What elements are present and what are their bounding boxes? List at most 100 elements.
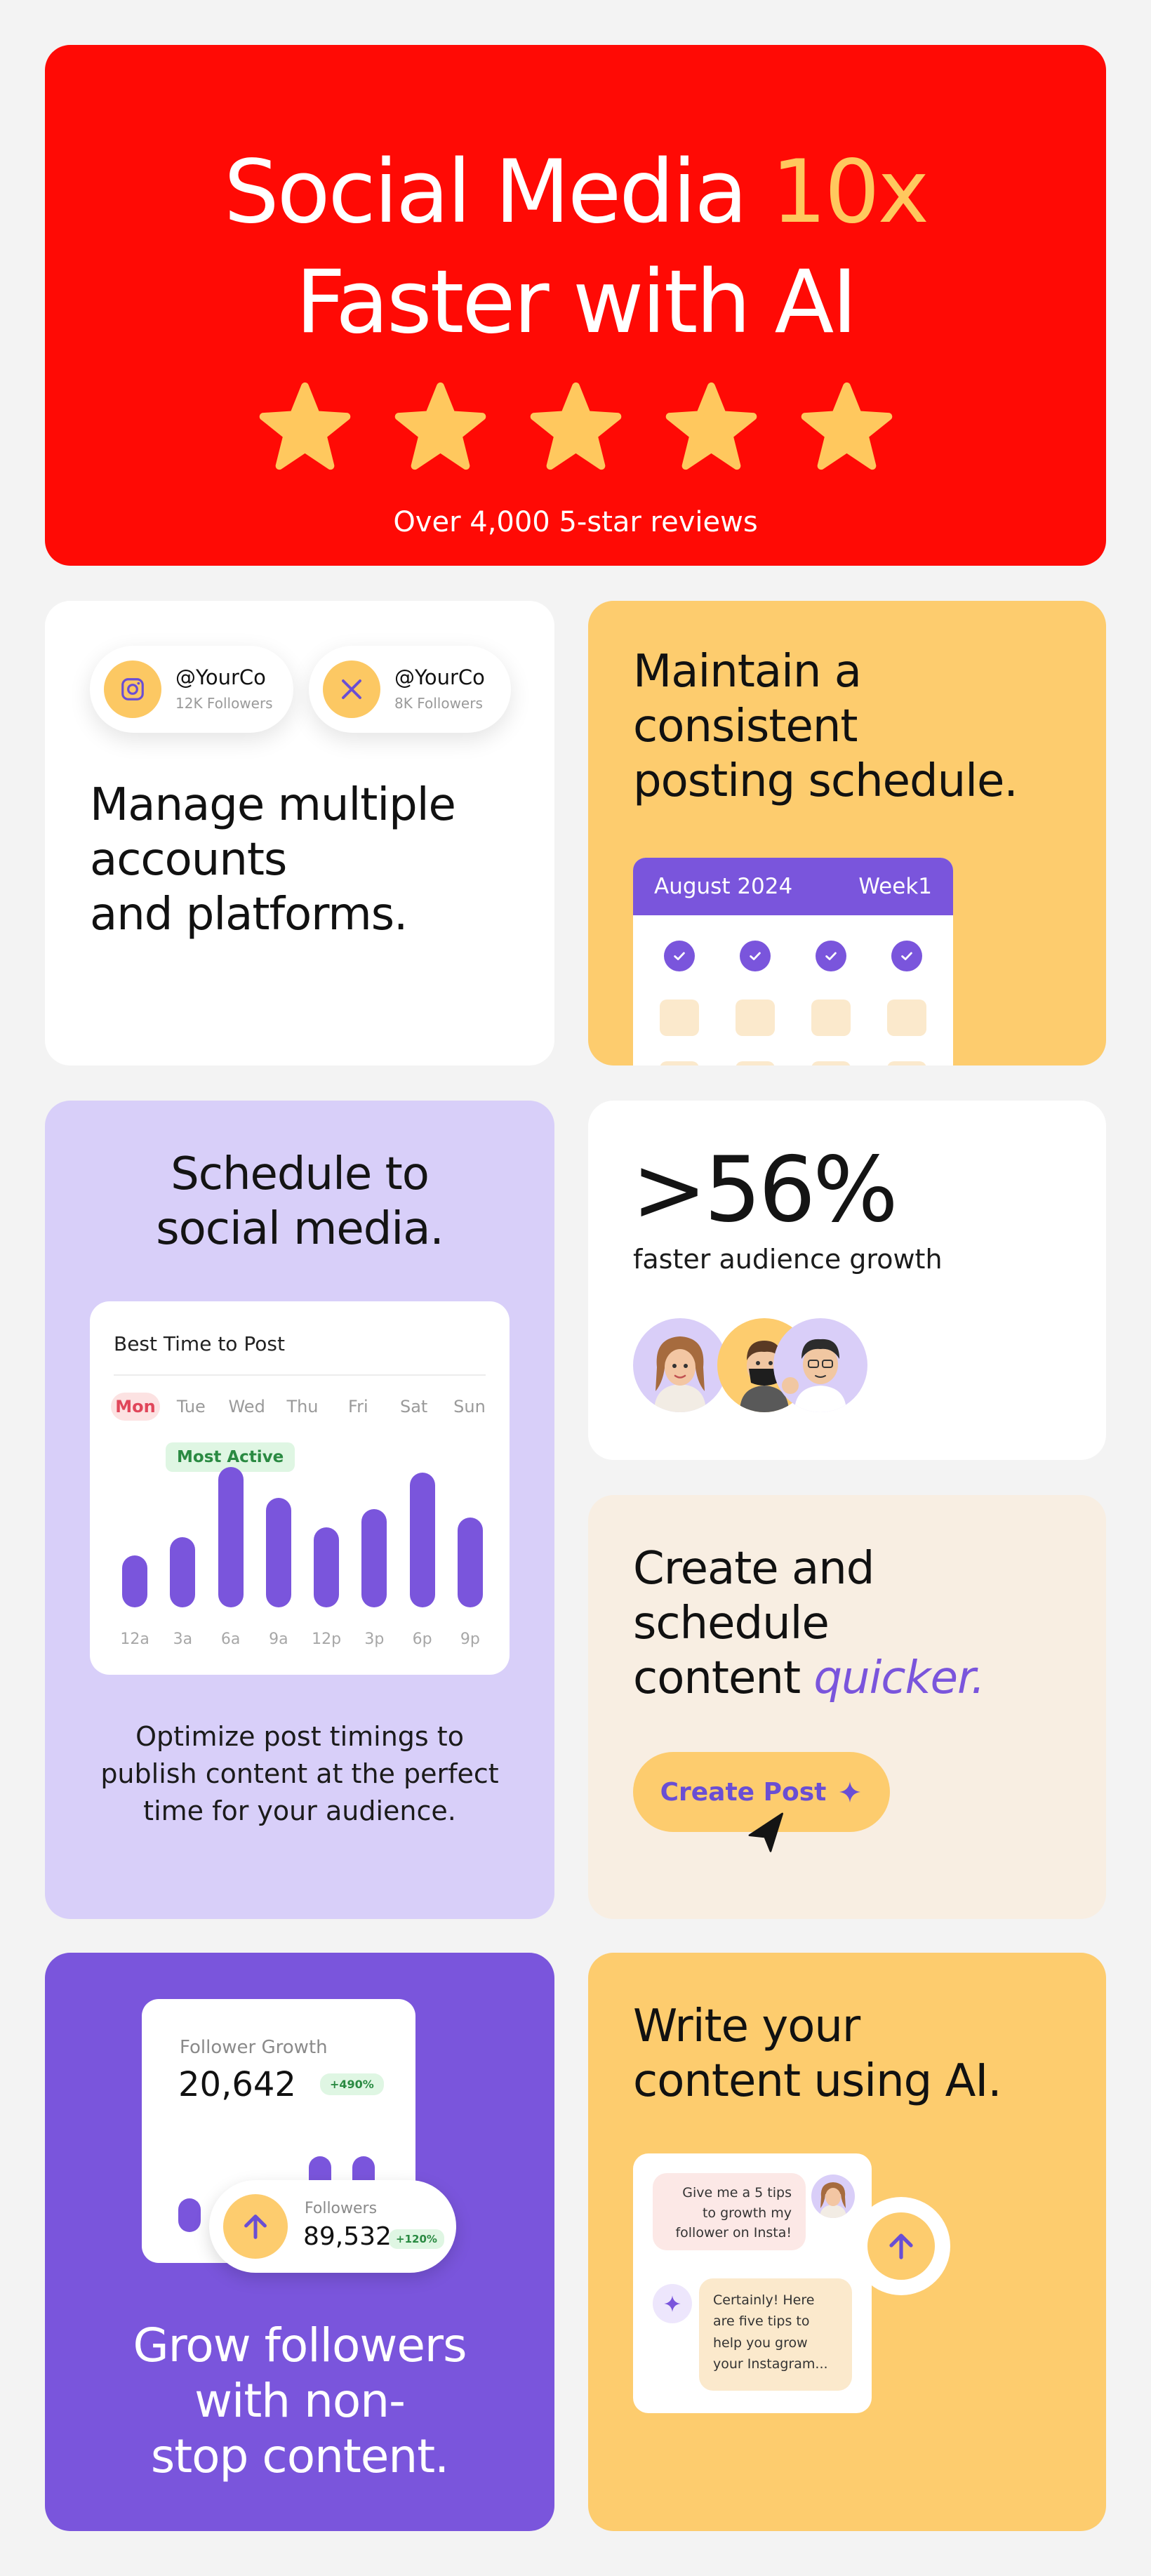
- ai-chat-widget: Give me a 5 tips to growth my follower o…: [633, 2153, 872, 2413]
- write-ai-card: Write your content using AI. Give me a 5…: [588, 1953, 1106, 2531]
- growth-bar: [178, 2198, 201, 2232]
- followers-value: 89,532: [303, 2222, 392, 2251]
- growth-stat-value: >56%: [632, 1138, 898, 1242]
- weekday-tab[interactable]: Fri: [333, 1393, 382, 1421]
- activity-bar: [265, 1498, 291, 1607]
- calendar-check-row: [633, 941, 953, 971]
- ai-message-bubble: Certainly! Here are five tips to help yo…: [699, 2278, 852, 2391]
- activity-bar-slot: [302, 1467, 350, 1607]
- create-post-label: Create Post: [660, 1777, 827, 1807]
- avatar: [633, 1318, 727, 1412]
- account-pill-instagram[interactable]: @YourCo 12K Followers: [90, 646, 293, 733]
- activity-bar-slot: [255, 1467, 302, 1607]
- weekday-tab[interactable]: Thu: [278, 1393, 327, 1421]
- activity-bar-slot: [399, 1467, 446, 1607]
- divider: [114, 1374, 486, 1376]
- hero-title-line1: Social Media 10x: [223, 142, 929, 243]
- follower-growth-label: Follower Growth: [180, 2037, 328, 2058]
- weekday-tab[interactable]: Tue: [166, 1393, 215, 1421]
- hero-banner: Social Media 10x Faster with AI Over 4,0…: [45, 45, 1106, 566]
- calendar-week: Week1: [858, 874, 932, 899]
- schedule-title: Schedule to social media.: [156, 1148, 444, 1256]
- calendar-slot: [736, 1061, 775, 1065]
- instagram-icon: [104, 660, 161, 718]
- weekday-tab[interactable]: Sat: [390, 1393, 439, 1421]
- activity-bar-slot: [207, 1467, 255, 1607]
- check-icon: [740, 941, 771, 971]
- arrow-up-icon: [867, 2212, 935, 2280]
- weekday-tab[interactable]: Mon: [111, 1393, 160, 1421]
- activity-bar-slot: [446, 1467, 494, 1607]
- schedule-description: Optimize post timings to publish content…: [100, 1721, 499, 1827]
- star-icon: [530, 382, 621, 470]
- calendar-slot-row: [633, 1061, 953, 1065]
- accounts-card: @YourCo 12K Followers @YourCo 8K Followe…: [45, 601, 554, 1065]
- time-axis: 12a 3a 6a 9a 12p 3p 6p 9p: [111, 1631, 494, 1648]
- time-label: 12p: [312, 1631, 342, 1648]
- activity-bar: [361, 1509, 387, 1607]
- calendar-slot: [811, 1061, 851, 1065]
- calendar-slot: [887, 1061, 926, 1065]
- time-label: 9a: [269, 1631, 288, 1648]
- sparkle-icon: [839, 1781, 861, 1802]
- account-handle: @YourCo: [175, 665, 266, 690]
- activity-bar: [122, 1555, 148, 1607]
- rating-stars: [45, 380, 1106, 472]
- time-label: 6a: [220, 1631, 241, 1648]
- star-icon: [801, 382, 892, 470]
- followers-pill: Followers 89,532 +120%: [209, 2180, 456, 2273]
- star-icon: [665, 382, 757, 470]
- arrow-up-icon: [223, 2194, 288, 2259]
- grow-title: Grow followers with non- stop content.: [133, 2318, 467, 2484]
- hero-title-line2: Faster with AI: [295, 252, 858, 353]
- time-label: 12a: [120, 1631, 149, 1648]
- follower-growth-percent: +490%: [320, 2073, 384, 2095]
- activity-bar-slot: [159, 1467, 206, 1607]
- x-icon: [323, 660, 380, 718]
- time-label: 6p: [412, 1631, 432, 1648]
- create-heading: Create and schedule content quicker.: [633, 1543, 985, 1705]
- user-message-bubble: Give me a 5 tips to growth my follower o…: [653, 2173, 806, 2250]
- calendar-slot: [660, 1000, 699, 1036]
- hero-title-highlight: 10x: [771, 142, 929, 243]
- activity-bars: [111, 1467, 494, 1607]
- cursor-icon: [748, 1812, 784, 1852]
- weekday-selector: Mon Tue Wed Thu Fri Sat Sun: [111, 1393, 494, 1421]
- followers-label: Followers: [305, 2200, 378, 2217]
- avatar: [773, 1318, 867, 1412]
- activity-bar: [409, 1473, 435, 1607]
- best-time-widget: Best Time to Post Mon Tue Wed Thu Fri Sat Sun …: [90, 1301, 510, 1675]
- check-icon: [891, 941, 922, 971]
- calendar-slot-row: [633, 1000, 953, 1036]
- activity-bar: [218, 1467, 244, 1607]
- best-time-title: Best Time to Post: [114, 1332, 285, 1355]
- activity-bar-slot: [350, 1467, 398, 1607]
- calendar-slot: [660, 1061, 699, 1065]
- user-avatar: [811, 2175, 855, 2218]
- calendar-slot: [811, 1000, 851, 1036]
- follower-growth-value: 20,642: [178, 2065, 296, 2104]
- followers-percent: +120%: [389, 2229, 444, 2249]
- calendar-slot: [887, 1000, 926, 1036]
- calendar-month: August 2024: [654, 874, 793, 899]
- activity-bar-slot: [111, 1467, 159, 1607]
- create-heading-highlight: quicker.: [813, 1652, 985, 1705]
- weekday-tab[interactable]: Wed: [222, 1393, 272, 1421]
- consistent-heading: Maintain a consistent posting schedule.: [633, 646, 1018, 808]
- accounts-heading: Manage multiple accounts and platforms.: [90, 779, 456, 941]
- reviews-count: Over 4,000 5-star reviews: [393, 506, 758, 538]
- growth-stat-label: faster audience growth: [633, 1244, 943, 1275]
- check-icon: [816, 941, 846, 971]
- activity-bar: [314, 1527, 340, 1607]
- calendar-slot: [736, 1000, 775, 1036]
- ai-sparkle-icon: [653, 2284, 692, 2323]
- send-button[interactable]: [852, 2197, 950, 2295]
- activity-bar: [170, 1537, 196, 1607]
- growth-stat-card: >56% faster audience growth: [588, 1101, 1106, 1460]
- time-label: 3a: [173, 1631, 193, 1648]
- weekday-tab[interactable]: Sun: [445, 1393, 494, 1421]
- calendar-header: August 2024 Week1: [633, 858, 953, 915]
- calendar-widget: August 2024 Week1: [633, 858, 953, 1065]
- activity-bar: [457, 1518, 483, 1607]
- account-pill-x[interactable]: @YourCo 8K Followers: [309, 646, 511, 733]
